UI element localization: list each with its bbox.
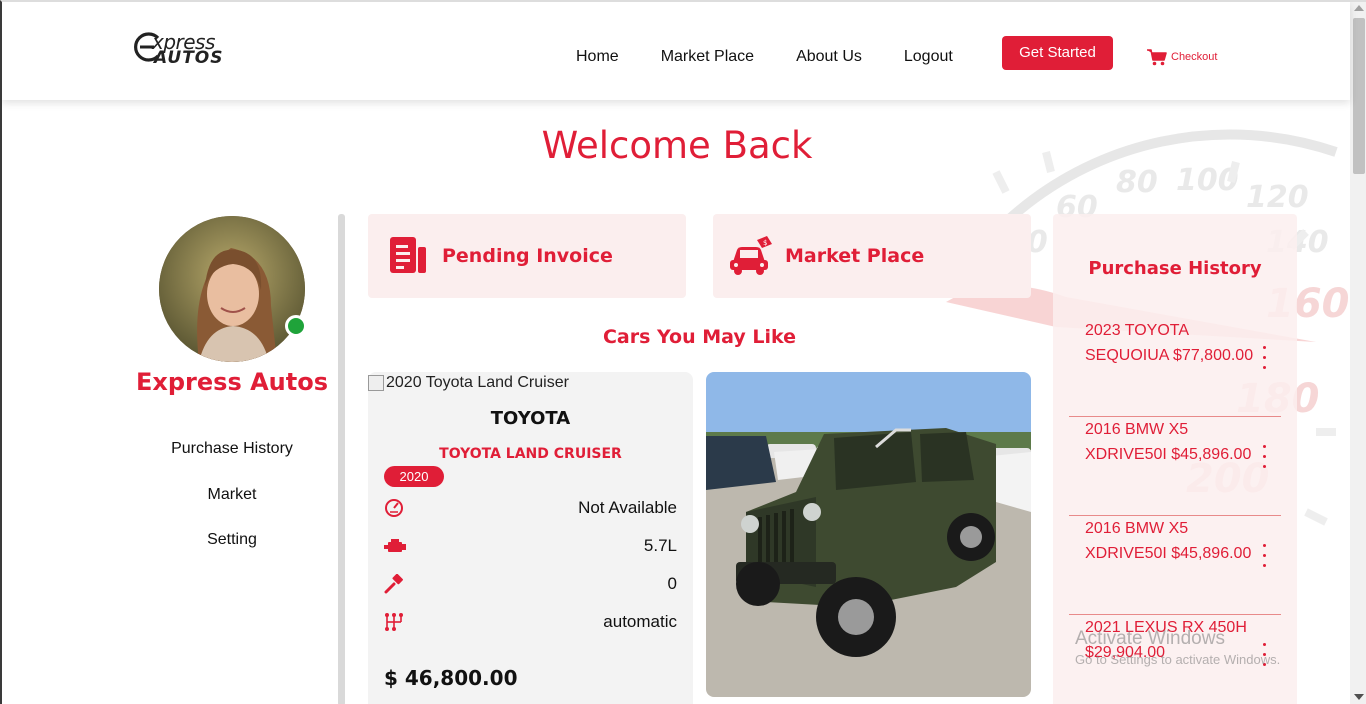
more-options-icon[interactable] xyxy=(1257,445,1271,473)
spec-keys-value: 0 xyxy=(667,574,677,593)
nav-logout[interactable]: Logout xyxy=(904,48,953,66)
sidebar-divider xyxy=(338,214,345,704)
more-options-icon[interactable] xyxy=(1257,346,1271,374)
online-status-dot xyxy=(285,315,307,337)
sidebar-item-setting[interactable]: Setting xyxy=(132,531,332,577)
avatar[interactable] xyxy=(159,216,305,362)
auction-hammer-icon xyxy=(384,574,403,594)
gearbox-icon xyxy=(385,613,403,631)
invoice-icon xyxy=(390,237,426,273)
watermark-line-2: Go to Settings to activate Windows. xyxy=(1075,652,1281,667)
history-item-text: 2016 BMW X5 XDRIVE50I $45,896.00 xyxy=(1085,520,1252,562)
avatar-photo xyxy=(159,216,305,362)
market-place-label: Market Place xyxy=(785,245,925,267)
spec-mileage: Not Available xyxy=(384,496,677,520)
spec-transmission-value: automatic xyxy=(603,612,677,631)
history-item-text: 2023 TOYOTA SEQUOIUA $77,800.00 xyxy=(1085,322,1254,364)
jeep-image xyxy=(706,372,1031,697)
main-nav: Home Market Place About Us Logout xyxy=(576,48,995,66)
browser-viewport: 40 60 80 100 120 140 160 180 200 xpress … xyxy=(0,0,1366,704)
scroll-up-arrow-icon[interactable] xyxy=(1354,5,1364,11)
logo-text-bottom: AUTOS xyxy=(154,48,224,68)
top-navbar: xpress AUTOS Home Market Place About Us … xyxy=(2,2,1350,100)
engine-icon xyxy=(384,539,406,552)
speedo-tick: 120 xyxy=(1246,180,1309,215)
car-price: $ 46,800.00 xyxy=(384,666,518,690)
watermark-line-1: Activate Windows xyxy=(1075,628,1225,649)
checkout-label: Checkout xyxy=(1171,51,1218,63)
broken-image-icon xyxy=(368,375,384,391)
history-item[interactable]: 2016 BMW X5 XDRIVE50I $45,896.00 xyxy=(1069,417,1281,516)
express-autos-logo[interactable]: xpress AUTOS xyxy=(134,28,244,72)
history-item[interactable]: 2023 TOYOTA SEQUOIUA $77,800.00 xyxy=(1069,318,1281,417)
cart-icon xyxy=(1147,49,1167,66)
year-badge: 2020 xyxy=(384,466,444,487)
nav-home[interactable]: Home xyxy=(576,48,619,66)
profile-name: Express Autos xyxy=(136,368,328,396)
spec-mileage-value: Not Available xyxy=(578,498,677,517)
pending-invoice-card[interactable]: Pending Invoice xyxy=(368,214,686,298)
spec-engine-value: 5.7L xyxy=(643,536,677,555)
nav-market-place[interactable]: Market Place xyxy=(661,48,754,66)
sidebar-item-market[interactable]: Market xyxy=(132,486,332,532)
sidebar-menu: Purchase History Market Setting xyxy=(132,440,332,577)
svg-text:$: $ xyxy=(763,239,767,247)
windows-activation-watermark: Activate Windows Go to Settings to activ… xyxy=(1075,628,1280,667)
pending-invoice-label: Pending Invoice xyxy=(442,245,613,267)
scrollbar-thumb[interactable] xyxy=(1353,18,1365,174)
speedo-tick: 100 xyxy=(1176,163,1239,198)
market-place-card[interactable]: $ Market Place xyxy=(713,214,1031,298)
car-sale-icon: $ xyxy=(730,236,772,275)
car-photo-jeep[interactable] xyxy=(706,372,1031,697)
history-item-text: 2016 BMW X5 XDRIVE50I $45,896.00 xyxy=(1085,421,1252,463)
spec-engine: 5.7L xyxy=(384,534,677,558)
more-options-icon[interactable] xyxy=(1257,544,1271,572)
get-started-button[interactable]: Get Started xyxy=(1002,36,1113,70)
nav-about-us[interactable]: About Us xyxy=(796,48,862,66)
car-model: TOYOTA LAND CRUISER xyxy=(439,446,622,462)
car-image-broken: 2020 Toyota Land Cruiser xyxy=(368,374,569,392)
cars-you-may-like-heading: Cars You May Like xyxy=(602,326,797,348)
scroll-down-arrow-icon[interactable] xyxy=(1354,694,1364,700)
car-image-alt: 2020 Toyota Land Cruiser xyxy=(386,374,569,391)
sidebar-item-purchase-history[interactable]: Purchase History xyxy=(132,440,332,486)
speedometer-icon xyxy=(385,499,403,517)
car-card[interactable]: 2020 Toyota Land Cruiser TOYOTA TOYOTA L… xyxy=(368,372,693,704)
history-item[interactable]: 2016 BMW X5 XDRIVE50I $45,896.00 xyxy=(1069,516,1281,615)
spec-transmission: automatic xyxy=(384,610,677,634)
purchase-history-title: Purchase History xyxy=(1088,258,1262,279)
spec-keys: 0 xyxy=(384,572,677,596)
speedo-tick: 80 xyxy=(1116,165,1158,200)
page-title: Welcome Back xyxy=(541,124,813,167)
checkout-link[interactable]: Checkout xyxy=(1146,48,1217,66)
car-make: TOYOTA xyxy=(490,408,571,429)
